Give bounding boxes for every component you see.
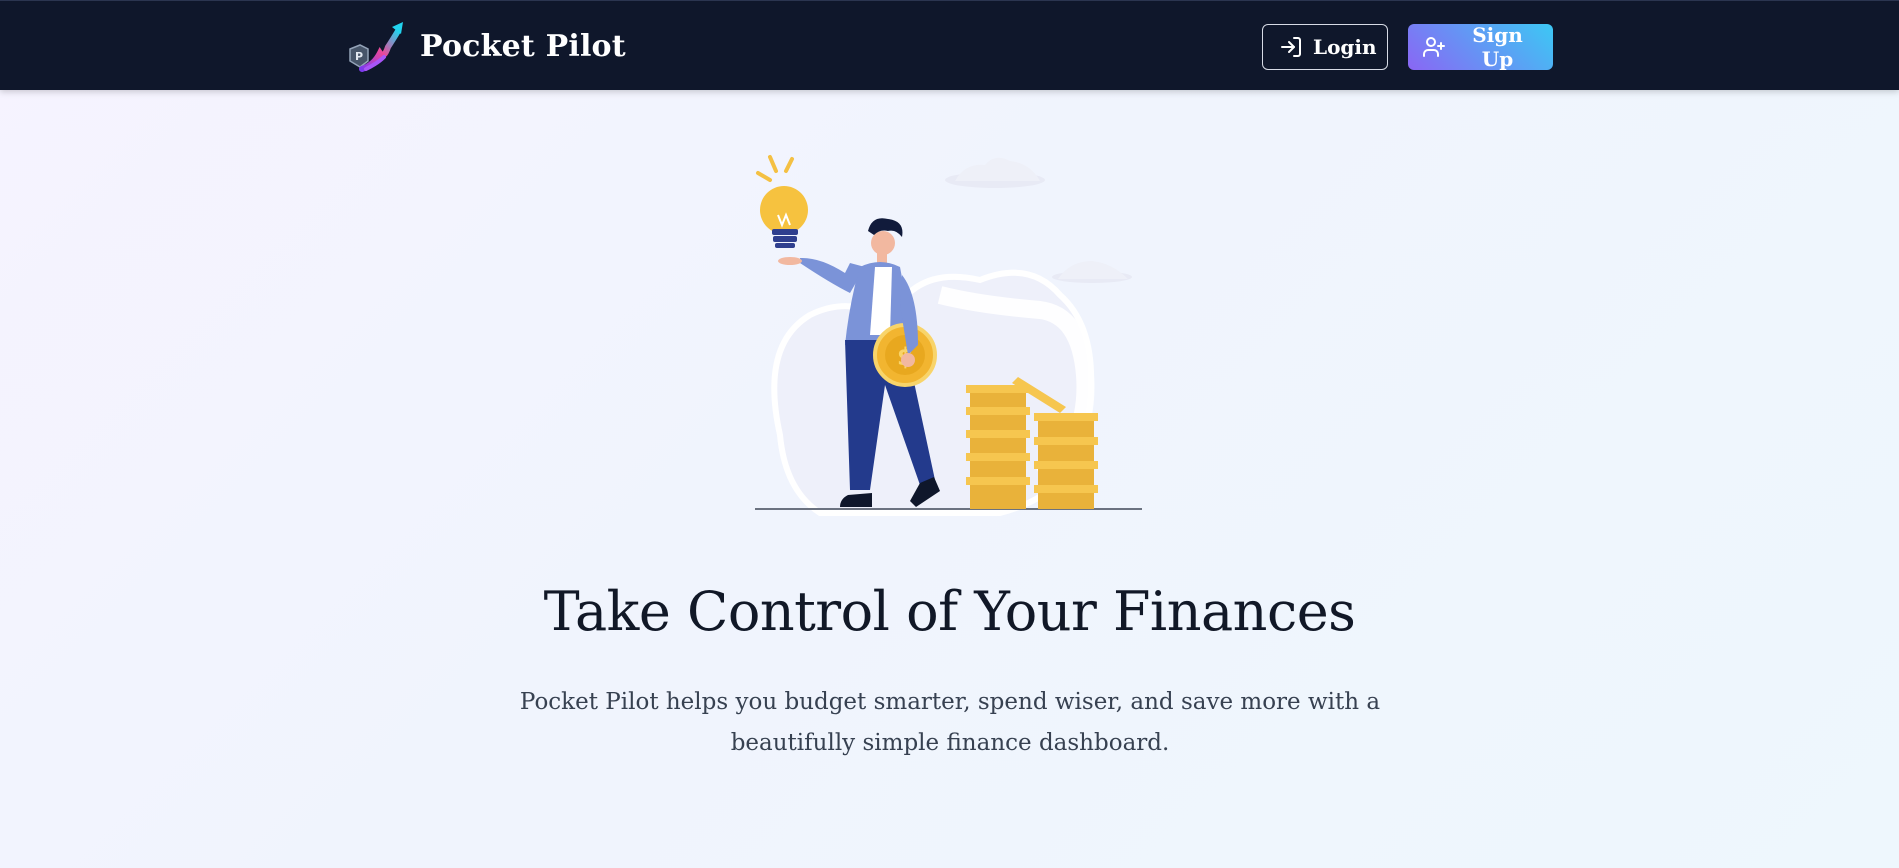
chart-arrow-logo-icon: P [349,22,403,72]
login-button[interactable]: Login [1262,24,1388,70]
hero-illustration: $ [755,155,1142,516]
cloud-icon [945,157,1045,188]
brand[interactable]: P Pocket Pilot [348,19,626,73]
signup-label: Sign Up [1472,23,1523,71]
login-icon [1281,37,1301,57]
brand-name: Pocket Pilot [420,28,626,64]
nav-actions: Login Sign Up [1262,23,1553,71]
signup-button[interactable]: Sign Up [1408,23,1553,71]
coin-stack-icon [966,385,1030,509]
lightbulb-icon [756,155,808,248]
user-plus-icon [1423,37,1445,57]
login-label: Login [1313,35,1377,59]
svg-text:P: P [355,50,363,63]
top-navbar: P Pocket Pilot Login Sign Up [0,0,1899,90]
cloud-icon [1052,261,1132,283]
hero-subtitle: Pocket Pilot helps you budget smarter, s… [519,689,1381,756]
hero-title: Take Control of Your Finances [543,580,1356,643]
